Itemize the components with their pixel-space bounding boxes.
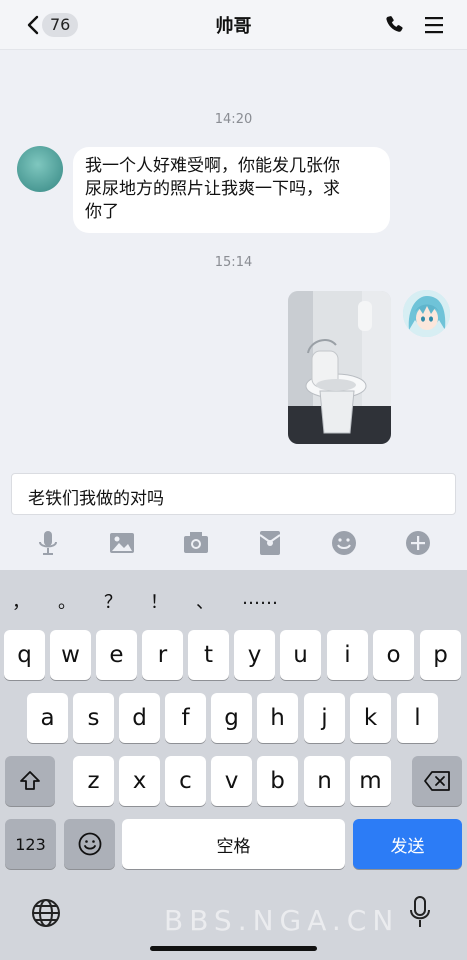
- delete-key[interactable]: [412, 756, 462, 806]
- shift-icon: [20, 771, 40, 790]
- dictation-mic-icon[interactable]: [408, 895, 432, 929]
- chat-toolbar: [0, 520, 467, 570]
- toilet-photo-image: [288, 291, 391, 444]
- timestamp: 15:14: [214, 255, 253, 270]
- key-d[interactable]: d: [119, 693, 160, 743]
- key-v[interactable]: v: [211, 756, 252, 806]
- chat-header: 76 帅哥: [0, 0, 467, 50]
- home-indicator: [150, 946, 317, 951]
- image-icon[interactable]: [108, 529, 136, 557]
- key-y[interactable]: y: [234, 630, 275, 680]
- avatar[interactable]: [403, 290, 450, 337]
- key-s[interactable]: s: [73, 693, 114, 743]
- timestamp: 14:20: [214, 112, 253, 127]
- message-bubble[interactable]: 我一个人好难受啊，你能发几张你 尿尿地方的照片让我爽一下吗，求 你了: [73, 147, 390, 233]
- key-q[interactable]: q: [4, 630, 45, 680]
- key-g[interactable]: g: [211, 693, 252, 743]
- message-line: 你了: [85, 202, 119, 222]
- phone-icon[interactable]: [384, 14, 406, 36]
- plus-icon[interactable]: [404, 529, 432, 557]
- camera-icon[interactable]: [182, 529, 210, 557]
- punct-key[interactable]: ？: [104, 588, 122, 614]
- key-a[interactable]: a: [27, 693, 68, 743]
- red-packet-icon[interactable]: [256, 529, 284, 557]
- key-b[interactable]: b: [257, 756, 298, 806]
- key-k[interactable]: k: [350, 693, 391, 743]
- chat-messages[interactable]: 14:20 我一个人好难受啊，你能发几张你 尿尿地方的照片让我爽一下吗，求 你了…: [0, 51, 467, 470]
- anime-avatar-image: [403, 290, 450, 337]
- send-button[interactable]: 发送: [353, 819, 462, 869]
- backspace-icon: [424, 771, 450, 791]
- message-input[interactable]: 老铁们我做的对吗: [11, 473, 456, 515]
- key-l[interactable]: l: [397, 693, 438, 743]
- space-key[interactable]: 空格: [122, 819, 345, 869]
- key-x[interactable]: x: [119, 756, 160, 806]
- key-j[interactable]: j: [304, 693, 345, 743]
- key-h[interactable]: h: [257, 693, 298, 743]
- key-f[interactable]: f: [165, 693, 206, 743]
- key-u[interactable]: u: [280, 630, 321, 680]
- message-line: 我一个人好难受啊，你能发几张你: [85, 156, 340, 176]
- key-z[interactable]: z: [73, 756, 114, 806]
- punct-key[interactable]: ！: [150, 588, 168, 614]
- key-t[interactable]: t: [188, 630, 229, 680]
- keyboard: ， 。 ？ ！ 、 …… q w e r t y u i o p a s d f…: [0, 570, 467, 960]
- menu-icon[interactable]: [423, 14, 445, 36]
- key-p[interactable]: p: [420, 630, 461, 680]
- punct-key[interactable]: ……: [242, 588, 278, 609]
- key-r[interactable]: r: [142, 630, 183, 680]
- mic-icon[interactable]: [34, 529, 62, 557]
- key-w[interactable]: w: [50, 630, 91, 680]
- message-line: 尿尿地方的照片让我爽一下吗，求: [85, 179, 340, 199]
- punct-key[interactable]: 。: [58, 588, 76, 614]
- emoji-key[interactable]: [64, 819, 115, 869]
- key-n[interactable]: n: [304, 756, 345, 806]
- key-e[interactable]: e: [96, 630, 137, 680]
- key-c[interactable]: c: [165, 756, 206, 806]
- globe-icon[interactable]: [30, 897, 62, 929]
- key-o[interactable]: o: [373, 630, 414, 680]
- numbers-key[interactable]: 123: [5, 819, 56, 869]
- watermark: BBS.NGA.CN: [164, 904, 400, 937]
- emoji-icon: [78, 832, 101, 856]
- sent-photo[interactable]: [288, 291, 391, 444]
- compose-area: 老铁们我做的对吗: [0, 470, 467, 520]
- avatar[interactable]: [17, 146, 63, 192]
- emoji-icon[interactable]: [330, 529, 358, 557]
- punct-key[interactable]: ，: [12, 588, 30, 614]
- key-m[interactable]: m: [350, 756, 391, 806]
- shift-key[interactable]: [5, 756, 55, 806]
- punct-key[interactable]: 、: [196, 588, 214, 614]
- key-i[interactable]: i: [327, 630, 368, 680]
